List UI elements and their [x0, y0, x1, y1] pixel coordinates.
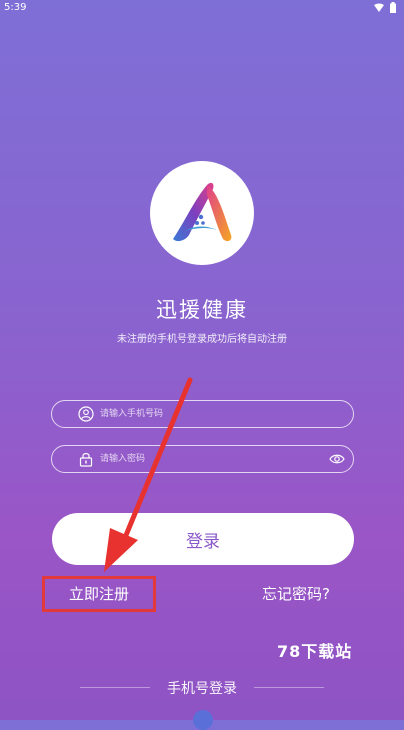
phone-input[interactable]	[100, 401, 320, 427]
annotation-arrow	[104, 377, 193, 572]
alt-login-section: 手机号登录	[0, 678, 404, 698]
watermark: 78下载站	[277, 642, 353, 661]
app-logo	[150, 161, 254, 265]
login-button[interactable]: 登录	[52, 513, 354, 565]
status-time: 5:39	[4, 2, 27, 13]
app-subtitle: 未注册的手机号登录成功后将自动注册	[117, 334, 287, 345]
phone-field[interactable]	[51, 400, 354, 428]
status-icons	[374, 2, 396, 13]
phone-login-label[interactable]: 手机号登录	[167, 681, 237, 697]
status-bar: 5:39	[0, 0, 404, 16]
divider-right	[254, 687, 324, 688]
divider-left	[80, 687, 150, 688]
lock-icon	[79, 453, 93, 467]
eye-icon[interactable]	[329, 452, 345, 466]
wifi-icon	[374, 3, 384, 12]
password-field[interactable]	[51, 445, 354, 473]
app-name: 迅援健康	[156, 298, 248, 322]
user-icon	[78, 406, 94, 422]
battery-icon	[390, 2, 396, 13]
forgot-password-link[interactable]: 忘记密码?	[262, 583, 330, 604]
login-option-icon[interactable]	[193, 710, 213, 730]
app-logo-mark	[173, 182, 232, 242]
register-link[interactable]: 立即注册	[42, 576, 156, 612]
password-input[interactable]	[100, 446, 320, 472]
